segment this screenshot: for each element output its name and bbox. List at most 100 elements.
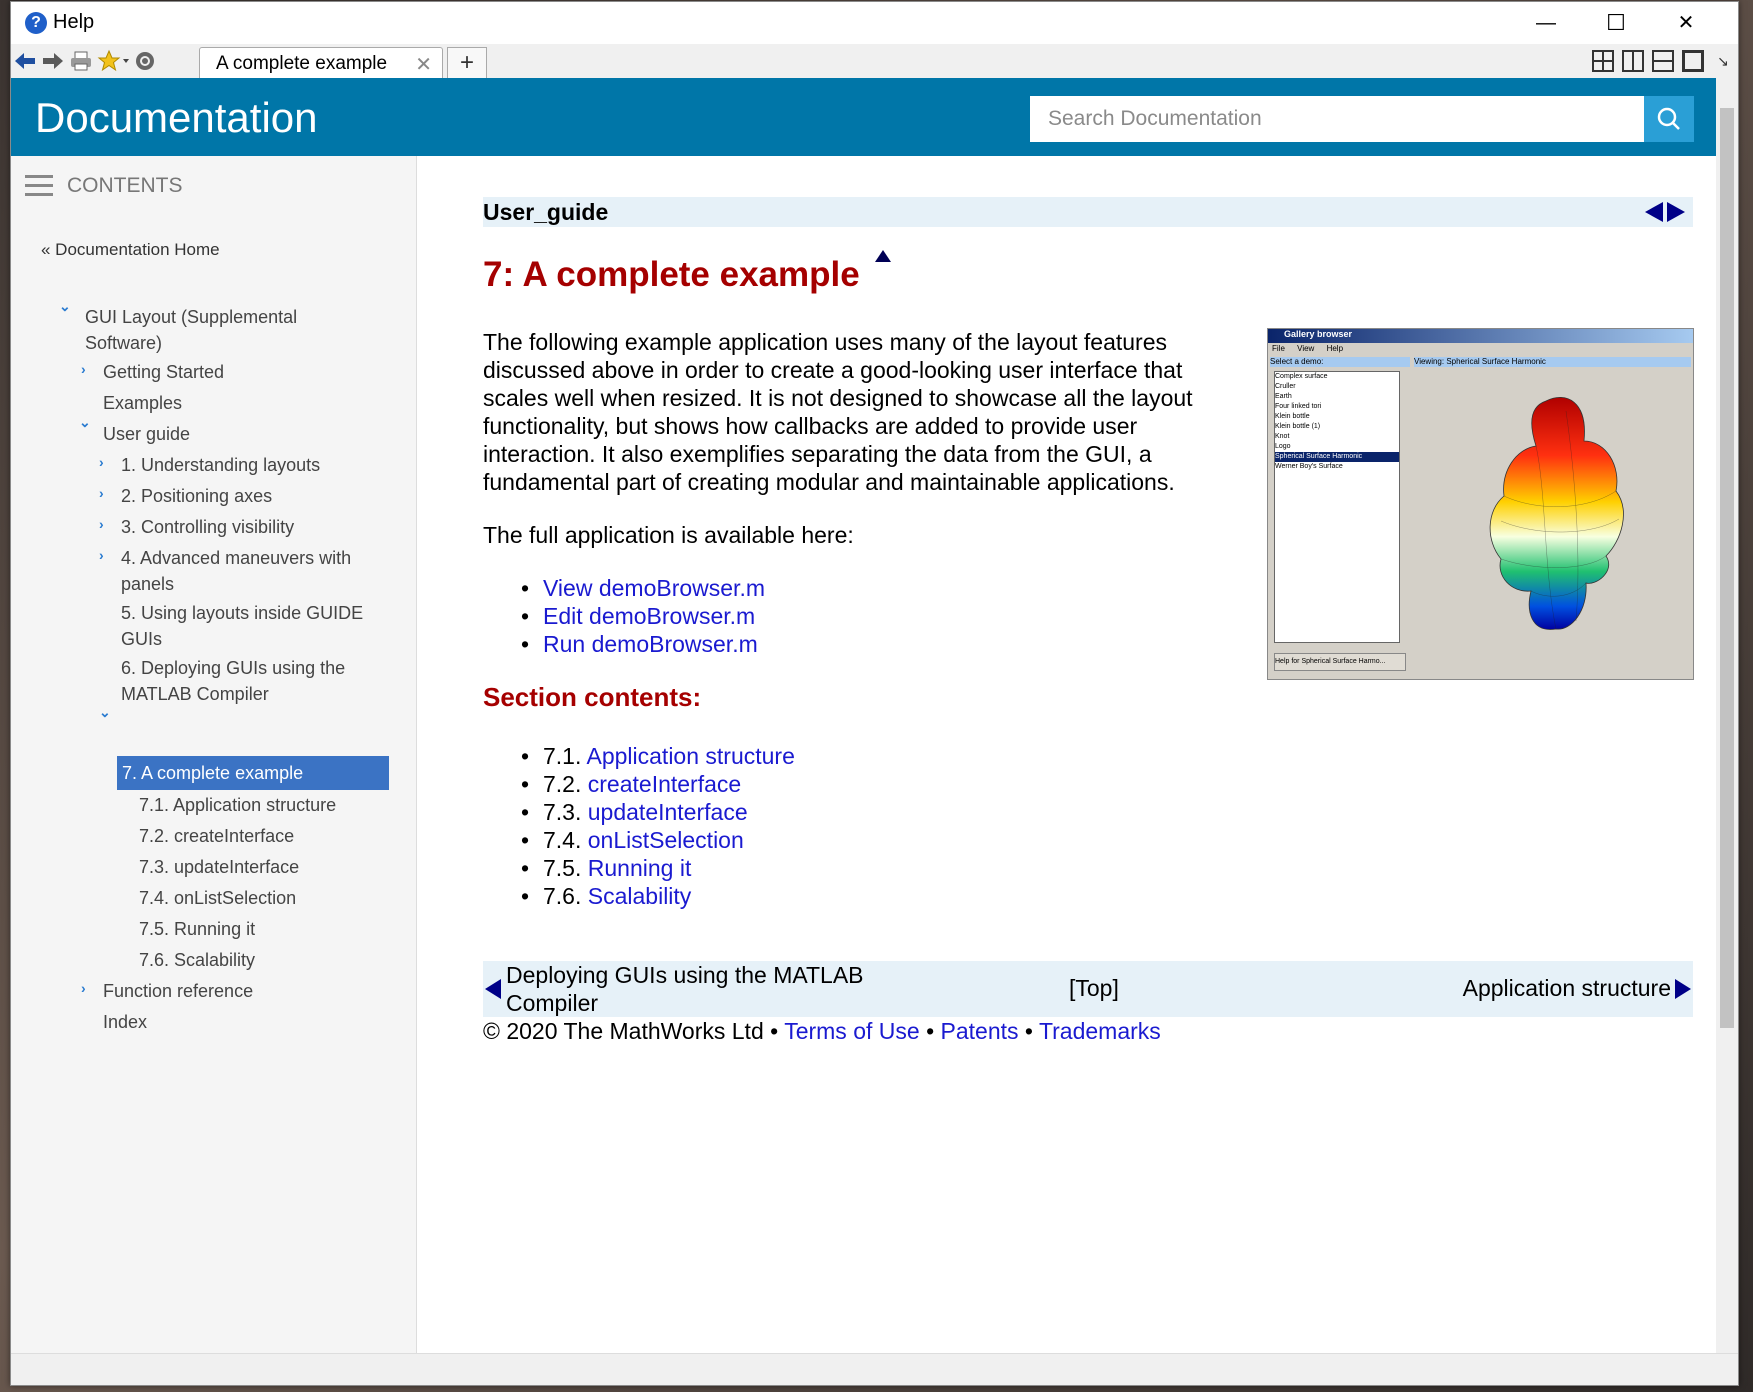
vertical-scrollbar[interactable]: [1716, 78, 1738, 1353]
spherical-harmonic-3d-plot: [1489, 397, 1624, 630]
copyright: © 2020 The MathWorks Ltd: [483, 1018, 764, 1044]
section-link-application-structure[interactable]: Application structure: [587, 743, 795, 769]
section-link-scalability[interactable]: Scalability: [588, 883, 692, 909]
documentation-header: Documentation: [11, 78, 1716, 156]
next-arrow-icon[interactable]: [1673, 977, 1693, 1001]
chevron-right-icon[interactable]: ›: [81, 361, 86, 377]
help-icon: ?: [25, 12, 47, 34]
chevron-right-icon[interactable]: ›: [99, 547, 104, 563]
undock-icon[interactable]: ↘: [1711, 49, 1735, 73]
section-link-updateinterface[interactable]: updateInterface: [588, 799, 748, 825]
nav-controlling-visibility[interactable]: 3. Controlling visibility: [121, 514, 294, 540]
section-link-createinterface[interactable]: createInterface: [588, 771, 741, 797]
header-title: Documentation: [35, 94, 318, 141]
scrollbar-thumb[interactable]: [1720, 108, 1734, 1028]
nav-deploying-guis[interactable]: 6. Deploying GUIs using the MATLAB Compil…: [121, 655, 345, 707]
top-link[interactable]: [Top]: [1069, 975, 1119, 1002]
nav-scalability[interactable]: 7.6. Scalability: [139, 947, 255, 973]
search-button[interactable]: [1644, 96, 1694, 142]
nav-onlistselection[interactable]: 7.4. onListSelection: [139, 885, 296, 911]
chevron-right-icon[interactable]: ›: [99, 454, 104, 470]
prev-arrow-icon[interactable]: [483, 977, 503, 1001]
main-content: User_guide 7: A complete example The fol…: [417, 156, 1716, 1353]
single-pane-icon[interactable]: [1682, 50, 1704, 72]
terms-of-use-link[interactable]: Terms of Use: [784, 1018, 919, 1044]
list-item: • 7.2. createInterface: [521, 771, 742, 797]
tab-a-complete-example[interactable]: A complete example ✕: [199, 47, 443, 79]
search-icon: [1657, 107, 1680, 130]
tile-vertical-icon[interactable]: [1622, 50, 1644, 72]
nav-user-guide[interactable]: User guide: [103, 421, 190, 447]
nav-updateinterface[interactable]: 7.3. updateInterface: [139, 854, 299, 880]
nav-gui-layout[interactable]: GUI Layout (Supplemental Software): [85, 304, 297, 356]
available-text: The full application is available here:: [483, 522, 854, 548]
toolbar: A complete example ✕ + ↘: [11, 44, 1738, 79]
figure-demo-list: Complex surface Cruller Earth Four linke…: [1274, 371, 1400, 643]
nav-examples[interactable]: Examples: [103, 390, 182, 416]
hamburger-menu-icon[interactable]: [25, 175, 53, 198]
chevron-right-icon[interactable]: ›: [81, 980, 86, 996]
title-bar: ? Help — ☐ ✕: [11, 2, 1738, 44]
section-link-running-it[interactable]: Running it: [588, 855, 692, 881]
chevron-down-icon[interactable]: ⌄: [79, 414, 91, 431]
prev-page-link[interactable]: Deploying GUIs using the MATLAB Compiler: [506, 961, 864, 1017]
up-arrow-icon[interactable]: [873, 248, 893, 264]
next-page-link[interactable]: Application structure: [1463, 975, 1671, 1002]
forward-arrow-icon[interactable]: [41, 49, 65, 73]
patents-link[interactable]: Patents: [941, 1018, 1019, 1044]
status-bar: [11, 1353, 1738, 1385]
maximize-button[interactable]: ☐: [1581, 2, 1651, 44]
tab-label: A complete example: [216, 53, 388, 74]
nav-positioning-axes[interactable]: 2. Positioning axes: [121, 483, 272, 509]
nav-getting-started[interactable]: Getting Started: [103, 359, 224, 385]
list-item: • 7.4. onListSelection: [521, 827, 744, 853]
print-icon[interactable]: [69, 49, 93, 73]
tile-horizontal-icon[interactable]: [1652, 50, 1674, 72]
list-item: • 7.6. Scalability: [521, 883, 692, 909]
trademarks-link[interactable]: Trademarks: [1039, 1018, 1161, 1044]
prev-next-arrows-icon[interactable]: [1643, 200, 1687, 224]
figure-view-label: Viewing: Spherical Surface Harmonic: [1414, 357, 1691, 367]
minimize-button[interactable]: —: [1511, 2, 1581, 44]
list-item: • View demoBrowser.m: [521, 575, 765, 601]
edit-demobrowser-link[interactable]: Edit demoBrowser.m: [543, 603, 755, 629]
bottom-nav-bar: Deploying GUIs using the MATLAB Compiler …: [483, 961, 1693, 1017]
nav-index[interactable]: Index: [103, 1009, 147, 1035]
section-contents-heading: Section contents:: [483, 682, 702, 712]
close-button[interactable]: ✕: [1651, 2, 1721, 44]
documentation-home-link[interactable]: « Documentation Home: [41, 240, 220, 260]
list-item: • 7.1. Application structure: [521, 743, 795, 769]
chevron-right-icon[interactable]: ›: [99, 485, 104, 501]
nav-function-reference[interactable]: Function reference: [103, 978, 253, 1004]
nav-understanding-layouts[interactable]: 1. Understanding layouts: [121, 452, 320, 478]
list-item: • Edit demoBrowser.m: [521, 603, 756, 629]
view-demobrowser-link[interactable]: View demoBrowser.m: [543, 575, 765, 601]
breadcrumb[interactable]: User_guide: [483, 199, 608, 226]
nav-a-complete-example[interactable]: 7. A complete example: [117, 756, 389, 790]
figure-help-button: Help for Spherical Surface Harmo...: [1274, 653, 1406, 671]
chevron-down-icon[interactable]: ⌄: [59, 298, 71, 315]
nav-running-it[interactable]: 7.5. Running it: [139, 916, 255, 942]
contents-label: CONTENTS: [67, 174, 183, 197]
tab-close-icon[interactable]: ✕: [415, 52, 432, 77]
favorites-star-icon[interactable]: [97, 49, 131, 73]
contents-header[interactable]: CONTENTS: [25, 174, 183, 198]
section-link-onlistselection[interactable]: onListSelection: [588, 827, 744, 853]
nav-application-structure[interactable]: 7.1. Application structure: [139, 792, 336, 818]
list-item: • Run demoBrowser.m: [521, 631, 758, 657]
chevron-right-icon[interactable]: ›: [99, 516, 104, 532]
nav-createinterface[interactable]: 7.2. createInterface: [139, 823, 294, 849]
chevron-down-icon[interactable]: ⌄: [99, 704, 111, 721]
nav-layouts-inside-guide[interactable]: 5. Using layouts inside GUIDE GUIs: [121, 600, 363, 652]
tile-grid-icon[interactable]: [1592, 50, 1614, 72]
app-links-list: • View demoBrowser.m • Edit demoBrowser.m …: [521, 574, 765, 658]
nav-advanced-maneuvers[interactable]: 4. Advanced maneuvers with panels: [121, 545, 351, 597]
settings-gear-icon[interactable]: [133, 49, 157, 73]
section-list: • 7.1. Application structure • 7.2. create…: [521, 742, 795, 910]
new-tab-button[interactable]: +: [447, 47, 487, 79]
back-arrow-icon[interactable]: [13, 49, 37, 73]
gallery-browser-screenshot: Gallery browser File View Help Select a …: [1267, 328, 1694, 680]
search-input[interactable]: [1030, 96, 1644, 142]
run-demobrowser-link[interactable]: Run demoBrowser.m: [543, 631, 758, 657]
figure-list-label: Select a demo:: [1270, 357, 1410, 367]
